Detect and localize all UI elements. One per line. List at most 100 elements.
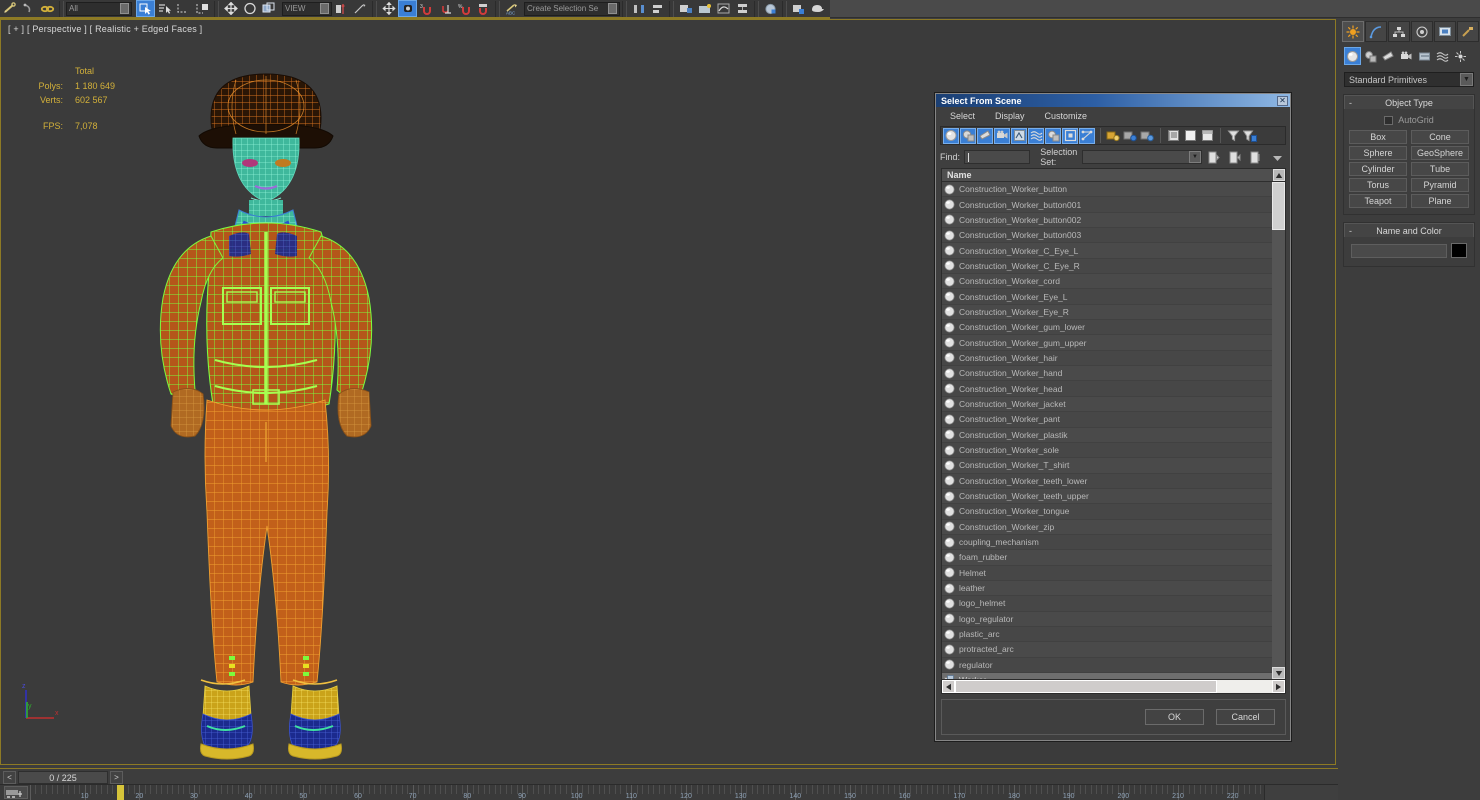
systems-icon[interactable] — [1452, 47, 1469, 65]
display-shapes-icon[interactable] — [960, 127, 976, 144]
create-tab[interactable] — [1342, 21, 1364, 42]
list-item[interactable]: Construction_Worker_zip — [942, 519, 1272, 535]
menu-select[interactable]: Select — [950, 111, 975, 121]
list-item[interactable]: logo_helmet — [942, 596, 1272, 612]
scroll-down-icon[interactable] — [1272, 667, 1285, 679]
display-space-warps-icon[interactable] — [1028, 127, 1044, 144]
previous-frame-button[interactable]: < — [3, 771, 16, 784]
list-item[interactable]: Construction_Worker_pant — [942, 412, 1272, 428]
open-mini-curve-editor-icon[interactable] — [4, 786, 28, 799]
scroll-up-icon[interactable] — [1273, 169, 1285, 181]
scroll-left-icon[interactable] — [942, 680, 955, 693]
select-subtree-icon[interactable] — [1105, 128, 1121, 144]
list-item[interactable]: Construction_Worker_Eye_L — [942, 289, 1272, 305]
object-type-rollout-header[interactable]: - Object Type — [1344, 95, 1474, 109]
filter-icon[interactable] — [1225, 128, 1241, 144]
scene-object-list[interactable]: Name Construction_Worker_button Construct… — [941, 168, 1286, 694]
helpers-icon[interactable] — [1416, 47, 1433, 65]
display-tab[interactable] — [1434, 21, 1456, 42]
dialog-titlebar[interactable]: Select From Scene ✕ — [936, 94, 1290, 107]
display-lights-icon[interactable] — [977, 127, 993, 144]
chevron-down-icon[interactable] — [608, 3, 617, 14]
list-item[interactable]: Helmet — [942, 565, 1272, 581]
rectangular-selection-region-icon[interactable] — [174, 0, 193, 17]
undo-icon[interactable] — [0, 0, 19, 17]
list-item[interactable]: Construction_Worker_T_shirt — [942, 458, 1272, 474]
autogrid-row[interactable]: AutoGrid — [1349, 115, 1469, 125]
select-by-name-button[interactable] — [155, 0, 174, 17]
display-xrefs-icon[interactable] — [1062, 127, 1078, 144]
more-options-icon[interactable] — [1269, 149, 1285, 165]
collapse-all-icon[interactable] — [1199, 128, 1215, 144]
snap-toggle-2d-icon[interactable]: 3 — [417, 0, 436, 17]
list-item[interactable]: Construction_Worker_gum_lower — [942, 320, 1272, 336]
viewport-label[interactable]: [ + ] [ Perspective ] [ Realistic + Edge… — [8, 24, 202, 34]
list-rows-container[interactable]: Construction_Worker_button Construction_W… — [942, 182, 1272, 679]
list-item[interactable]: Construction_Worker_button001 — [942, 197, 1272, 213]
chevron-down-icon[interactable] — [320, 3, 329, 14]
curve-editor-icon[interactable] — [714, 0, 733, 17]
select-influences-icon[interactable] — [1122, 128, 1138, 144]
select-object-button[interactable] — [136, 0, 155, 17]
render-frame-window-icon[interactable] — [789, 0, 808, 17]
motion-tab[interactable] — [1411, 21, 1433, 42]
object-name-input[interactable] — [1351, 243, 1447, 258]
name-and-color-rollout-header[interactable]: - Name and Color — [1344, 223, 1474, 237]
create-set-icon[interactable] — [1206, 149, 1222, 165]
list-item[interactable]: Construction_Worker_gum_upper — [942, 335, 1272, 351]
timeline-ruler[interactable]: 10 20 30 40 50 60 70 80 90 100 110 120 130 140 150 160 1… — [30, 785, 1264, 800]
object-type-button-pyramid[interactable]: Pyramid — [1411, 178, 1469, 192]
object-type-button-cylinder[interactable]: Cylinder — [1349, 162, 1407, 176]
list-item[interactable]: Construction_Worker_teeth_upper — [942, 488, 1272, 505]
scrollbar-thumb[interactable] — [1272, 182, 1285, 230]
close-icon[interactable]: ✕ — [1277, 95, 1288, 106]
select-and-manipulate-icon[interactable] — [351, 0, 370, 17]
list-item[interactable]: coupling_mechanism — [942, 534, 1272, 551]
menu-customize[interactable]: Customize — [1045, 111, 1088, 121]
scroll-right-icon[interactable] — [1272, 680, 1285, 693]
list-item[interactable]: Construction_Worker_cord — [942, 274, 1272, 290]
select-from-scene-dialog[interactable]: Select From Scene ✕ Select Display Custo… — [935, 93, 1291, 741]
window-crossing-toggle-icon[interactable] — [193, 0, 212, 17]
list-item[interactable]: Construction_Worker_C_Eye_R — [942, 258, 1272, 275]
object-type-button-sphere[interactable]: Sphere — [1349, 146, 1407, 160]
construction-worker-model[interactable] — [151, 60, 491, 764]
hscrollbar-thumb[interactable] — [955, 680, 1217, 693]
selection-set-dropdown[interactable]: ▼ — [1081, 150, 1203, 164]
list-item[interactable]: Construction_Worker_C_Eye_L — [942, 243, 1272, 259]
cameras-icon[interactable] — [1398, 47, 1415, 65]
find-input[interactable] — [964, 150, 1031, 164]
angle-snap-toggle-icon[interactable] — [436, 0, 455, 17]
track-bar[interactable]: 10 20 30 40 50 60 70 80 90 100 110 120 130 140 150 160 1… — [0, 784, 1480, 800]
advanced-filter-icon[interactable] — [1242, 128, 1258, 144]
list-column-header[interactable]: Name — [942, 169, 1285, 182]
object-type-button-teapot[interactable]: Teapot — [1349, 194, 1407, 208]
expand-all-icon[interactable] — [1182, 128, 1198, 144]
autogrid-checkbox[interactable] — [1384, 115, 1394, 125]
list-item[interactable]: regulator — [942, 657, 1272, 673]
time-slider-handle[interactable] — [117, 785, 124, 800]
list-item[interactable]: Construction_Worker_sole — [942, 442, 1272, 459]
modify-tab[interactable] — [1365, 21, 1387, 42]
list-item[interactable]: Construction_Worker_hair — [942, 350, 1272, 367]
edit-named-selection-sets-icon[interactable]: ABC — [502, 0, 521, 17]
display-bones-icon[interactable] — [1079, 127, 1095, 144]
object-type-button-box[interactable]: Box — [1349, 130, 1407, 144]
next-frame-button[interactable]: > — [110, 771, 123, 784]
object-type-button-tube[interactable]: Tube — [1411, 162, 1469, 176]
schematic-view-icon[interactable] — [733, 0, 752, 17]
edit-set-icon[interactable] — [1248, 149, 1264, 165]
chevron-down-icon[interactable]: ▼ — [1460, 73, 1473, 86]
list-item[interactable]: Construction_Worker_button002 — [942, 212, 1272, 229]
list-item[interactable]: Construction_Worker_tongue — [942, 504, 1272, 520]
list-item[interactable]: Construction_Worker_plastik — [942, 427, 1272, 443]
collapse-icon[interactable]: - — [1349, 98, 1352, 108]
list-item[interactable]: plastic_arc — [942, 626, 1272, 643]
display-helpers-icon[interactable] — [1011, 127, 1027, 144]
object-type-button-torus[interactable]: Torus — [1349, 178, 1407, 192]
material-editor-icon[interactable] — [761, 0, 780, 17]
list-item[interactable]: leather — [942, 580, 1272, 597]
select-and-scale-icon[interactable] — [259, 0, 278, 17]
primitive-category-dropdown[interactable]: Standard Primitives ▼ — [1344, 72, 1474, 87]
current-frame-display[interactable]: 0 / 225 — [18, 771, 108, 784]
